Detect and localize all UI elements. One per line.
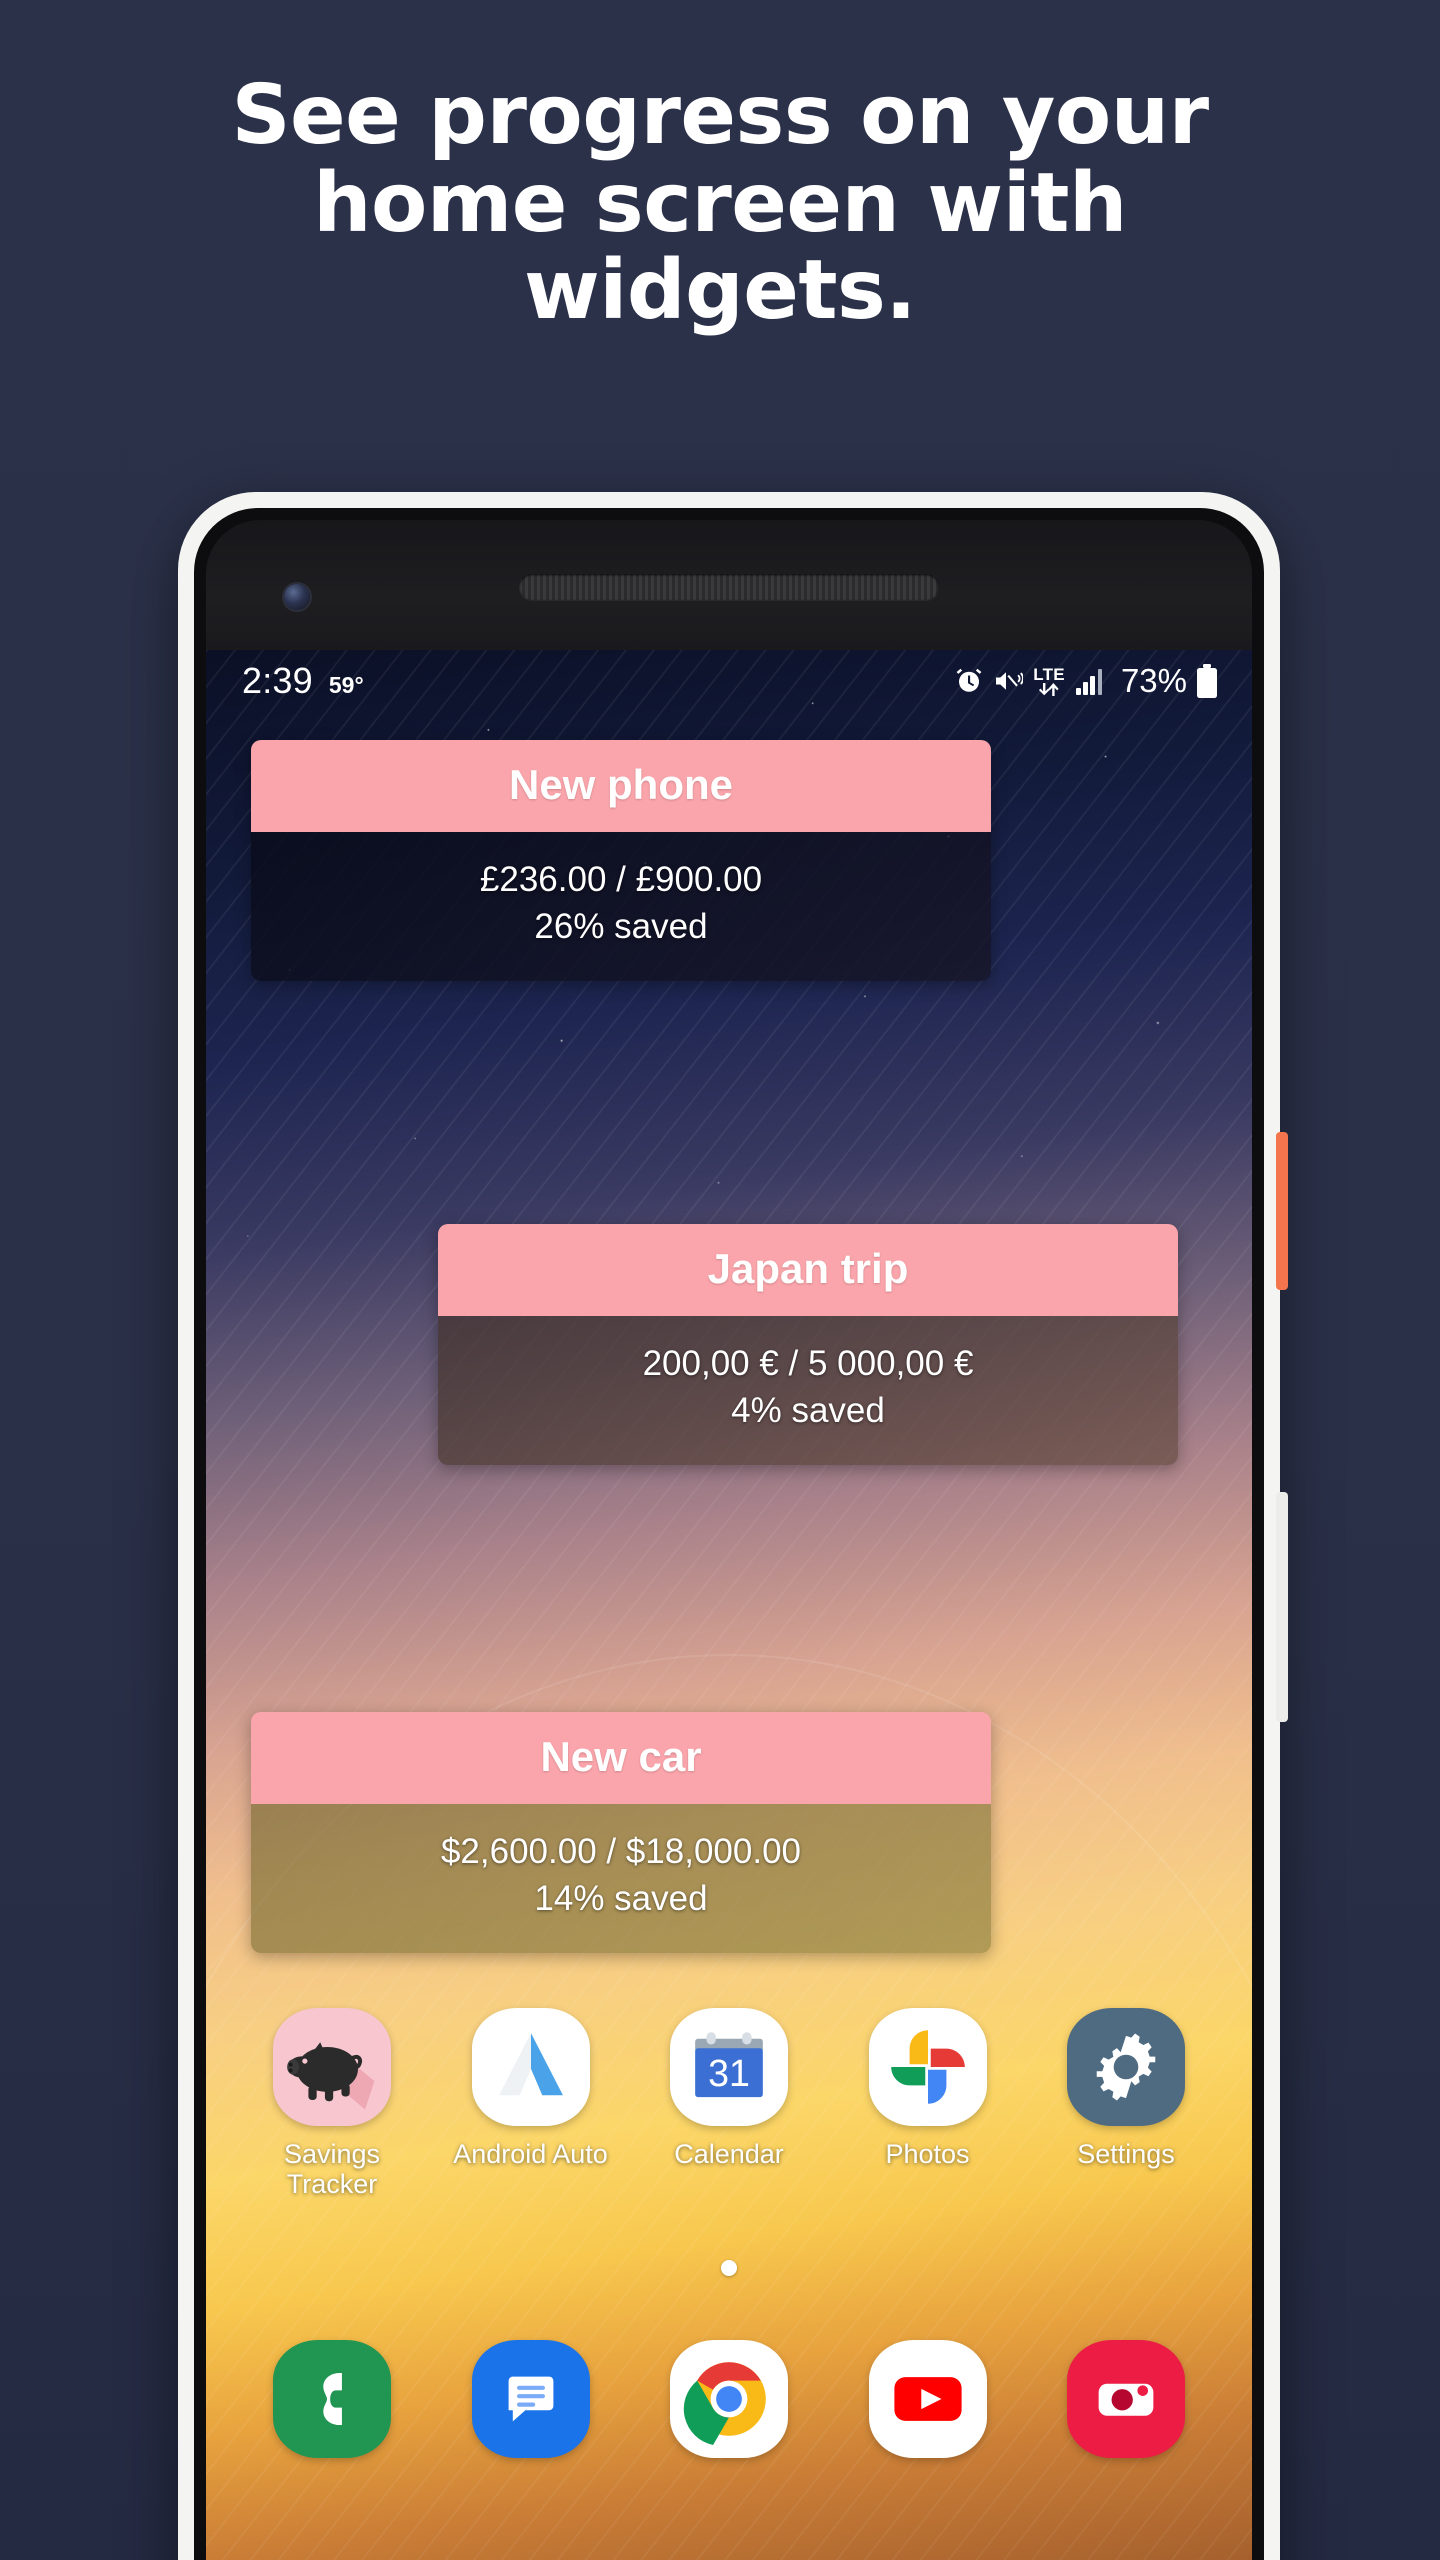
phone-bezel: 2:39 59° LTE 73% New phone £236.00 / £90…: [194, 508, 1264, 2560]
battery-icon: [1196, 664, 1218, 698]
app-photos[interactable]: Photos: [842, 2008, 1014, 2199]
svg-text:31: 31: [708, 2052, 750, 2094]
app-label: Photos: [885, 2139, 970, 2169]
headline-line-2: home screen with: [313, 155, 1127, 251]
earpiece-speaker-icon: [519, 574, 939, 600]
widget-body: 200,00 € / 5 000,00 € 4% saved: [438, 1316, 1178, 1465]
dock-chrome[interactable]: [643, 2340, 815, 2458]
status-bar: 2:39 59° LTE 73%: [206, 650, 1252, 712]
gear-icon: [1067, 2008, 1185, 2126]
savings-widget-new-car[interactable]: New car $2,600.00 / $18,000.00 14% saved: [251, 1712, 991, 1953]
status-bar-right: LTE 73%: [954, 662, 1218, 700]
widget-amount: $2,600.00 / $18,000.00: [440, 1832, 802, 1871]
widget-title: New phone: [251, 740, 991, 832]
app-label: Settings: [1077, 2139, 1175, 2169]
youtube-play-icon: [868, 2340, 987, 2458]
volume-rocker-button[interactable]: [1276, 1492, 1288, 1722]
phone-top-bezel: [206, 520, 1252, 650]
widget-body: $2,600.00 / $18,000.00 14% saved: [251, 1804, 991, 1953]
chrome-icon: [670, 2340, 788, 2458]
phone-mockup: 2:39 59° LTE 73% New phone £236.00 / £90…: [178, 492, 1288, 2560]
dock-youtube[interactable]: [842, 2340, 1014, 2458]
widget-amount: £236.00 / £900.00: [479, 860, 763, 899]
status-temperature: 59°: [328, 672, 364, 698]
lte-label: LTE: [1033, 665, 1065, 684]
signal-bars-icon: [1075, 667, 1109, 695]
dock-row: [206, 2340, 1252, 2458]
dock-camera[interactable]: [1040, 2340, 1212, 2458]
headline-line-1: See progress on your: [231, 68, 1209, 163]
app-label: Calendar: [674, 2139, 784, 2169]
vibrate-mute-icon: [993, 668, 1024, 694]
widget-title: Japan trip: [438, 1224, 1178, 1316]
promo-screenshot: See progress on your home screen with wi…: [0, 0, 1440, 2560]
page-dot-active[interactable]: [721, 2260, 737, 2276]
app-android-auto[interactable]: Android Auto: [445, 2008, 617, 2199]
phone-screen: 2:39 59° LTE 73% New phone £236.00 / £90…: [206, 650, 1252, 2560]
widget-title: New car: [251, 1712, 991, 1804]
calendar-icon: 31: [670, 2008, 788, 2126]
widget-progress: 4% saved: [731, 1391, 885, 1431]
piggy-bank-icon: [273, 2008, 391, 2126]
widget-progress: 14% saved: [534, 1879, 708, 1919]
power-button[interactable]: [1276, 1132, 1288, 1290]
savings-widget-japan-trip[interactable]: Japan trip 200,00 € / 5 000,00 € 4% save…: [438, 1224, 1178, 1465]
widget-amount: 200,00 € / 5 000,00 €: [642, 1344, 974, 1383]
camera-icon: [1067, 2340, 1185, 2458]
app-savings-tracker[interactable]: Savings Tracker: [246, 2008, 418, 2199]
front-camera-icon: [284, 584, 310, 610]
android-auto-icon: [471, 2008, 590, 2126]
status-bar-left: 2:39 59°: [242, 660, 364, 702]
phone-handset-icon: [273, 2340, 391, 2458]
dock-phone[interactable]: [246, 2340, 418, 2458]
page-title: See progress on your home screen with wi…: [0, 72, 1440, 335]
messages-bubble-icon: [471, 2340, 590, 2458]
app-settings[interactable]: Settings: [1040, 2008, 1212, 2199]
widget-body: £236.00 / £900.00 26% saved: [251, 832, 991, 981]
app-label: Android Auto: [453, 2139, 608, 2169]
page-indicator: [206, 2260, 1252, 2276]
status-time: 2:39: [242, 660, 313, 701]
battery-percent-label: 73%: [1120, 662, 1187, 699]
dock-messages[interactable]: [445, 2340, 617, 2458]
savings-widget-new-phone[interactable]: New phone £236.00 / £900.00 26% saved: [251, 740, 991, 981]
lte-data-icon: LTE: [1033, 666, 1065, 696]
google-photos-icon: [868, 2008, 987, 2126]
widget-progress: 26% saved: [534, 907, 708, 947]
app-label: Savings Tracker: [283, 2139, 381, 2200]
headline-line-3: widgets.: [523, 243, 917, 339]
alarm-icon: [954, 666, 984, 696]
app-grid-row: Savings Tracker Android Auto 31 Calendar…: [206, 2008, 1252, 2199]
app-calendar[interactable]: 31 Calendar: [643, 2008, 815, 2199]
